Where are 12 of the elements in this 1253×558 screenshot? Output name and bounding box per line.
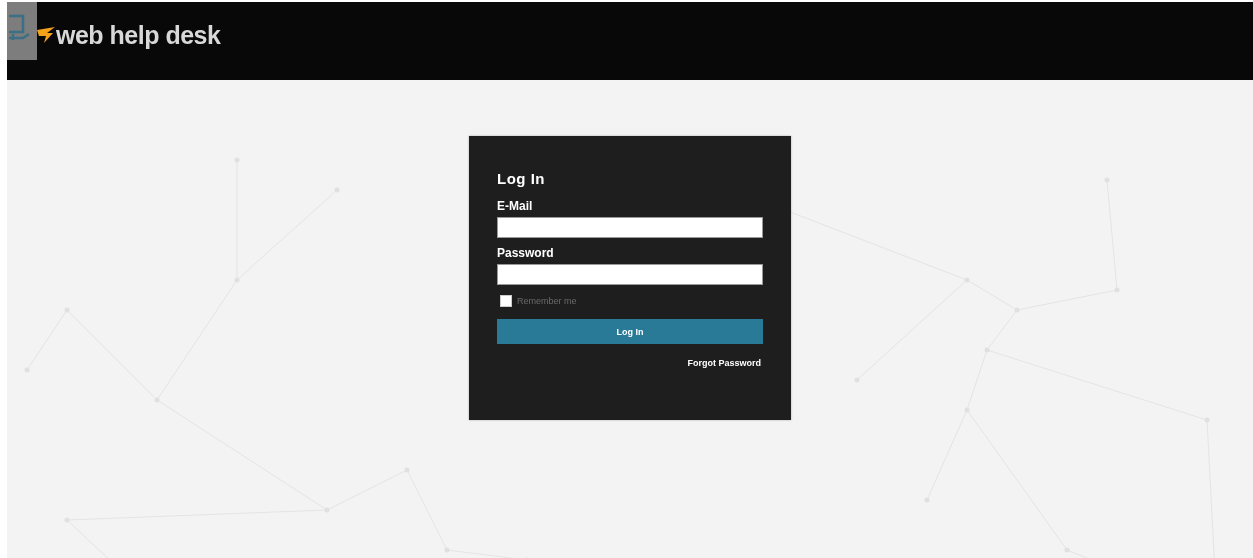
logo-text: web help desk [56,20,221,50]
login-button[interactable]: Log In [497,319,763,344]
login-title: Log In [497,170,546,187]
email-field[interactable] [497,217,763,238]
checkbox-label: Remember me [517,296,577,306]
monitor-icon [7,2,37,60]
flame-icon [37,27,55,43]
field-label: Password [497,246,554,260]
field-label: E-Mail [497,199,533,213]
remember-checkbox[interactable] [500,295,512,307]
forgot-password-link[interactable]: Forgot Password [687,358,761,368]
password-field[interactable] [497,264,763,285]
